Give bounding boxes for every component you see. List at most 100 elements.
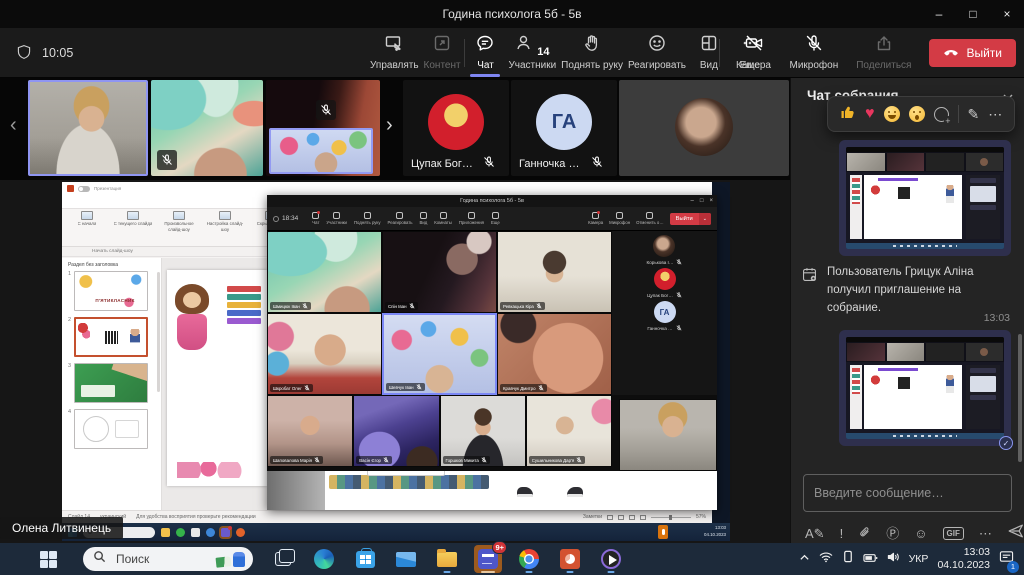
store-button[interactable] — [351, 545, 379, 573]
nested-toolbar-button: Участники — [326, 212, 347, 225]
ppt-slide-row[interactable]: 1 — [64, 271, 157, 311]
surprised-reaction[interactable] — [909, 106, 925, 122]
mail-button[interactable] — [392, 545, 420, 573]
maximize-icon[interactable]: □ — [956, 0, 990, 28]
slideshow-icon — [127, 211, 139, 220]
nested-toolbar-button: Комнаты — [434, 212, 452, 225]
participant-tile[interactable]: Цупак Бог… — [403, 80, 509, 176]
file-explorer-button[interactable] — [433, 545, 461, 573]
attach-icon[interactable] — [858, 526, 871, 541]
more-icon[interactable]: ⋯ — [988, 106, 1002, 123]
task-view-button[interactable] — [269, 545, 297, 573]
emoji-icon[interactable]: ☺ — [914, 527, 927, 540]
close-icon[interactable]: × — [990, 0, 1024, 28]
minimize-icon[interactable]: – — [922, 0, 956, 28]
start-button[interactable] — [40, 551, 57, 568]
zoom-slider[interactable] — [651, 517, 691, 518]
nested-window-title: Година психолога 5б - 5в — [460, 198, 524, 204]
media-player-button[interactable] — [597, 545, 625, 573]
video-tile[interactable] — [151, 80, 263, 176]
shared-taskbar-app-icon[interactable] — [236, 528, 245, 537]
hidden-icons-chevron[interactable] — [799, 550, 810, 568]
slideshow-view-icon[interactable] — [640, 515, 646, 520]
shared-taskbar-app-icon[interactable] — [206, 528, 215, 537]
powerpoint-icon — [560, 549, 580, 569]
gif-icon[interactable]: GIF — [943, 527, 964, 540]
ppt-slide-row[interactable]: 2 — [64, 317, 157, 357]
taskbar-search[interactable] — [83, 547, 253, 571]
react-button[interactable]: Реагировать — [626, 31, 688, 75]
nested-participant: ГА Ганночка … — [647, 301, 681, 331]
search-input[interactable] — [114, 551, 200, 567]
ppt-slide-thumbnail[interactable] — [74, 409, 148, 449]
filmstrip-prev-icon[interactable]: ‹ — [10, 114, 17, 137]
ppt-slide-row[interactable]: 3 — [64, 363, 157, 403]
shared-taskbar-app-icon[interactable] — [221, 528, 230, 537]
ppt-slide-panel[interactable]: Раздел без заголовка 1 2 3 — [62, 258, 162, 510]
taskbar-clock[interactable]: 13:03 04.10.2023 — [937, 546, 990, 572]
manage-button[interactable]: Управлять — [368, 31, 421, 75]
ppt-slide-thumbnail[interactable] — [74, 363, 148, 403]
priority-icon[interactable]: ! — [840, 527, 844, 540]
battery-icon[interactable] — [863, 550, 878, 568]
laugh-reaction[interactable] — [884, 106, 900, 122]
filmstrip-next-icon[interactable]: › — [386, 114, 393, 137]
leave-button[interactable]: Выйти — [929, 39, 1016, 67]
language-indicator[interactable]: УКР — [909, 553, 929, 565]
raise-hand-button[interactable]: Поднять руку — [559, 31, 625, 75]
chat-image-attachment[interactable] — [846, 337, 1004, 439]
speaker-icon[interactable] — [887, 550, 900, 568]
shared-taskbar-app-icon[interactable] — [176, 528, 185, 537]
reading-view-icon[interactable] — [629, 515, 635, 520]
ppt-slide-thumbnail[interactable] — [74, 317, 148, 357]
video-tile-pinned[interactable] — [269, 128, 373, 174]
loop-icon[interactable]: Ⓟ — [886, 527, 899, 540]
teams-button[interactable]: 9+ — [474, 545, 502, 573]
send-icon[interactable] — [1007, 522, 1024, 545]
video-tile-presenter[interactable] — [28, 80, 148, 176]
mic-off-icon — [314, 457, 320, 463]
pencil-icon[interactable]: ✎ — [968, 106, 980, 123]
sorter-view-icon[interactable] — [618, 515, 624, 520]
nested-video-tile: Шевчук Іван — [382, 313, 497, 395]
normal-view-icon[interactable] — [607, 515, 613, 520]
phone-link-icon[interactable] — [842, 550, 854, 568]
notification-center-button[interactable]: 1 — [999, 550, 1014, 569]
chat-image-attachment[interactable] — [846, 147, 1004, 249]
powerpoint-button[interactable] — [556, 545, 584, 573]
thumbs-up-reaction[interactable] — [840, 104, 856, 125]
ppt-ribbon-button[interactable]: С текущего слайда — [112, 211, 154, 233]
mic-button[interactable]: Микрофон — [788, 31, 841, 75]
ppt-ribbon-button[interactable]: Настройка слайд-шоу — [204, 211, 246, 233]
shared-taskbar-app-icon[interactable] — [161, 528, 170, 537]
ppt-zoom-level[interactable]: 57% — [696, 514, 706, 520]
ppt-slide-row[interactable]: 4 — [64, 409, 157, 449]
tab-chat[interactable]: Чат — [465, 31, 505, 75]
chrome-button[interactable] — [515, 545, 543, 573]
add-emoji-icon[interactable] — [934, 107, 949, 122]
video-tile[interactable] — [266, 80, 380, 176]
ppt-panel-scrollbar[interactable] — [157, 272, 160, 392]
heart-reaction[interactable]: ♥ — [865, 106, 875, 122]
participant-tile-avatar-only[interactable] — [619, 80, 789, 176]
ppt-ribbon-button[interactable]: Произвольное слайд-шоу — [158, 211, 200, 233]
format-text-icon[interactable]: A✎ — [805, 527, 825, 540]
ppt-slide-thumbnail[interactable] — [74, 271, 148, 311]
shared-taskbar-app-icon[interactable] — [191, 528, 200, 537]
nested-toolbar-button: Вид — [419, 212, 427, 225]
chat-message-input[interactable] — [803, 474, 1012, 512]
camera-button[interactable]: Камера — [734, 31, 774, 75]
more-compose-icon[interactable]: ⋯ — [979, 527, 992, 540]
ppt-ribbon-button[interactable]: С начала — [66, 211, 108, 233]
wifi-icon[interactable] — [819, 550, 833, 568]
meeting-timer: 10:05 — [42, 46, 73, 60]
participants-button[interactable]: 14 Участники — [506, 31, 558, 75]
chat-scrollbar[interactable] — [1018, 334, 1022, 462]
ppt-status-accessibility[interactable]: Для удобства восприятия проверьте рекоме… — [136, 514, 256, 520]
ppt-notes-button[interactable]: Заметки — [583, 514, 602, 520]
nested-toolbar-button: Поднять руку — [354, 212, 381, 225]
autosave-toggle[interactable] — [78, 186, 90, 192]
edge-button[interactable] — [310, 545, 338, 573]
participant-tile[interactable]: ГА Ганночка … — [511, 80, 617, 176]
ppt-section-label[interactable]: Раздел без заголовка — [64, 260, 157, 271]
